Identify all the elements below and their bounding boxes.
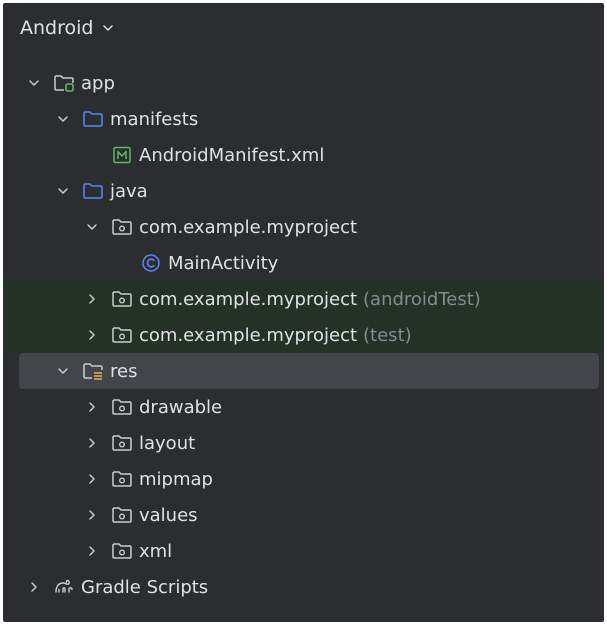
- package-icon: [112, 219, 132, 235]
- tree-item-res[interactable]: res: [19, 353, 599, 389]
- tree-item-pkg-main[interactable]: com.example.myproject: [3, 209, 604, 245]
- package-icon: [112, 507, 132, 523]
- tree-item-label: AndroidManifest.xml: [139, 144, 325, 166]
- tree-item-label: xml: [139, 540, 173, 562]
- chevron-right-icon[interactable]: [85, 328, 99, 342]
- tree-item-label: java: [110, 180, 148, 202]
- chevron-down-icon[interactable]: [56, 112, 70, 126]
- tree-item-label: layout: [139, 432, 196, 454]
- project-view-selector[interactable]: Android: [20, 17, 115, 39]
- tree-item-source-set: (androidTest): [363, 288, 481, 310]
- tree-item-java[interactable]: java: [3, 173, 604, 209]
- chevron-down-icon[interactable]: [85, 220, 99, 234]
- chevron-down-icon[interactable]: [56, 364, 70, 378]
- chevron-down-icon[interactable]: [56, 184, 70, 198]
- package-icon: [112, 435, 132, 451]
- chevron-down-icon: [103, 25, 114, 31]
- tree-item-mipmap[interactable]: mipmap: [3, 461, 604, 497]
- folder-icon: [83, 111, 103, 127]
- tree-item-manifests[interactable]: manifests: [3, 101, 604, 137]
- tree-item-label: com.example.myproject: [139, 288, 358, 310]
- tree-item-label: com.example.myproject: [139, 324, 358, 346]
- tree-item-label: mipmap: [139, 468, 213, 490]
- tree-item-app[interactable]: app: [3, 65, 604, 101]
- tree-item-xml[interactable]: xml: [3, 533, 604, 569]
- manifest-file-icon: [113, 146, 131, 164]
- res-folder-icon: [83, 363, 103, 380]
- tree-item-label: com.example.myproject: [139, 216, 358, 238]
- tree-item-gradle[interactable]: Gradle Scripts: [3, 569, 604, 605]
- tree-item-label: MainActivity: [168, 252, 279, 274]
- chevron-right-icon[interactable]: [85, 436, 99, 450]
- tree-item-drawable[interactable]: drawable: [3, 389, 604, 425]
- tree-item-source-set: (test): [363, 324, 412, 346]
- tree-item-label: app: [81, 72, 115, 94]
- tree-item-androidmanifest[interactable]: AndroidManifest.xml: [3, 137, 604, 173]
- class-icon: [142, 254, 160, 272]
- gradle-icon: [55, 579, 73, 593]
- tree-item-label: drawable: [139, 396, 223, 418]
- package-icon: [112, 399, 132, 415]
- package-icon: [112, 327, 132, 343]
- tree-item-label: Gradle Scripts: [81, 576, 209, 598]
- project-view-title: Android: [20, 17, 94, 39]
- chevron-right-icon[interactable]: [85, 544, 99, 558]
- tree-item-label: res: [110, 360, 138, 382]
- chevron-right-icon[interactable]: [85, 400, 99, 414]
- package-icon: [112, 471, 132, 487]
- chevron-right-icon[interactable]: [85, 472, 99, 486]
- project-tool-window: Android app manifests AndroidManifest.xml j…: [3, 3, 604, 622]
- tree-item-label: manifests: [110, 108, 199, 130]
- module-folder-icon: [54, 75, 74, 92]
- package-icon: [112, 291, 132, 307]
- tree-item-values[interactable]: values: [3, 497, 604, 533]
- tree-item-pkg-test[interactable]: com.example.myproject (test): [3, 317, 604, 353]
- tree-item-label: values: [139, 504, 198, 526]
- chevron-right-icon[interactable]: [85, 508, 99, 522]
- project-tree: app manifests AndroidManifest.xml java com.e…: [3, 65, 604, 605]
- tree-item-pkg-androidtest[interactable]: com.example.myproject (androidTest): [3, 281, 604, 317]
- tree-item-mainactivity[interactable]: MainActivity: [3, 245, 604, 281]
- tree-item-layout[interactable]: layout: [3, 425, 604, 461]
- chevron-right-icon[interactable]: [27, 580, 41, 594]
- folder-icon: [83, 183, 103, 199]
- package-icon: [112, 543, 132, 559]
- chevron-down-icon[interactable]: [27, 76, 41, 90]
- chevron-right-icon[interactable]: [85, 292, 99, 306]
